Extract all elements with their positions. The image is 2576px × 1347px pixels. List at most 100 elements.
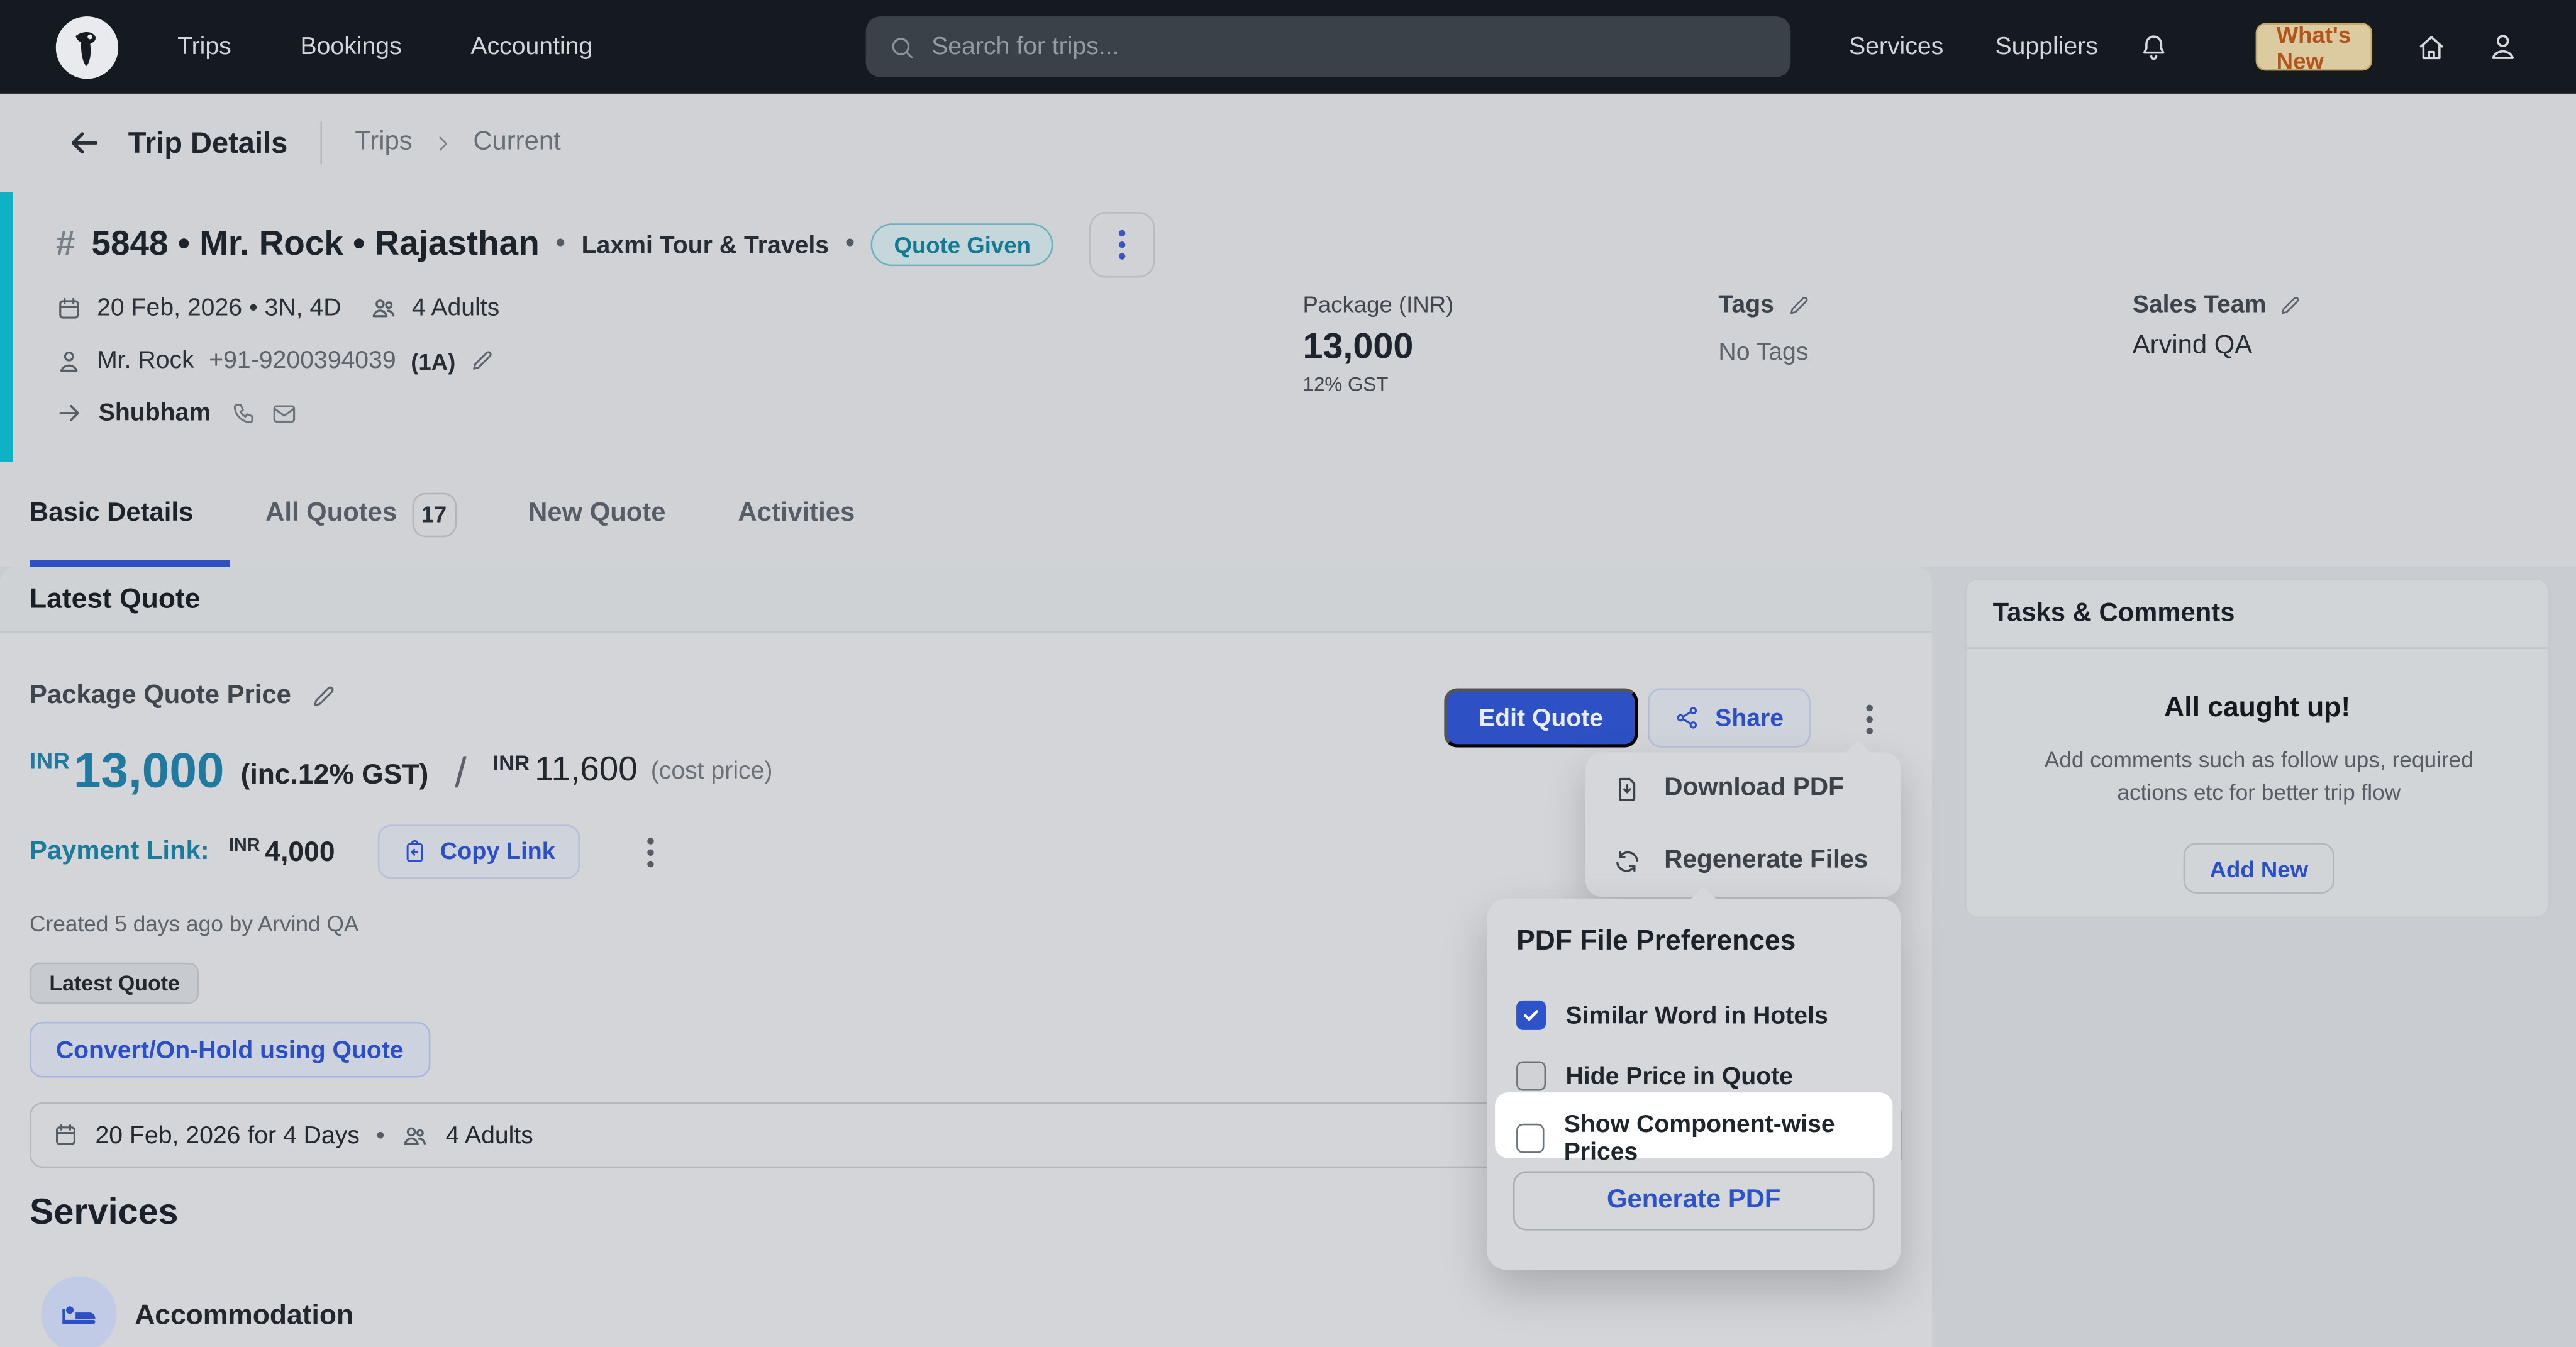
tab-new-quote[interactable]: New Quote <box>528 499 665 529</box>
quote-kebab-menu-button[interactable] <box>1860 698 1879 741</box>
convert-onhold-button[interactable]: Convert/On-Hold using Quote <box>30 1022 430 1078</box>
payment-currency: INR <box>229 835 260 855</box>
tab-activities[interactable]: Activities <box>738 499 855 529</box>
home-icon[interactable] <box>2417 33 2446 62</box>
search-bar[interactable] <box>866 16 1791 77</box>
add-new-button[interactable]: Add New <box>2184 843 2334 894</box>
tags-value: No Tags <box>1718 338 1810 366</box>
account-user-icon[interactable] <box>2487 31 2519 63</box>
quote-created-info: Created 5 days ago by Arvind QA <box>30 912 358 936</box>
chevron-right-icon <box>432 132 453 153</box>
cost-currency: INR <box>493 751 530 775</box>
arrow-right-icon <box>56 399 84 427</box>
travellers-icon <box>401 1121 429 1149</box>
copy-link-button[interactable]: Copy Link <box>377 824 580 879</box>
generate-pdf-button[interactable]: Generate PDF <box>1513 1172 1875 1231</box>
payment-kebab-menu-button[interactable] <box>641 830 660 873</box>
copy-link-icon <box>402 840 427 864</box>
traveller-count: 4 Adults <box>412 294 499 322</box>
tab-all-quotes-label: All Quotes <box>265 499 397 529</box>
edit-sales-team-pencil-icon[interactable] <box>2279 293 2302 316</box>
agency-name: Laxmi Tour & Travels <box>582 231 829 258</box>
travellers-icon <box>369 294 397 322</box>
tab-all-quotes[interactable]: All Quotes 17 <box>265 492 456 536</box>
accommodation-icon <box>41 1277 116 1347</box>
breadcrumb-current: Current <box>473 128 560 158</box>
share-label: Share <box>1715 704 1784 731</box>
nav-bookings[interactable]: Bookings <box>300 33 401 60</box>
whats-new-button[interactable]: What's New <box>2255 23 2372 71</box>
sales-team-value: Arvind QA <box>2133 332 2302 362</box>
back-arrow-icon[interactable] <box>65 125 101 161</box>
tasks-empty-description: Add comments such as follow ups, require… <box>2012 744 2506 808</box>
package-amount: 13,000 <box>1303 325 1454 368</box>
separator-dot: • <box>556 230 565 260</box>
content-area: Latest Quote Package Quote Price Edit Qu… <box>0 567 2576 1347</box>
nav-accounting[interactable]: Accounting <box>470 33 592 60</box>
edit-contact-pencil-icon[interactable] <box>470 348 495 373</box>
checkbox-unchecked-icon[interactable] <box>1516 1124 1544 1153</box>
latest-quote-title: Latest Quote <box>30 582 200 615</box>
separator-dot: • <box>376 1121 385 1149</box>
spotlight-highlight: Show Component-wise Prices <box>1495 1092 1892 1158</box>
tab-basic-details[interactable]: Basic Details <box>30 499 193 529</box>
checkbox-checked-icon[interactable] <box>1516 1001 1546 1030</box>
payment-amount: 4,000 <box>265 835 335 868</box>
app-screen: Trips Bookings Accounting Services Suppl… <box>0 0 2576 1347</box>
nav-suppliers[interactable]: Suppliers <box>1995 33 2097 60</box>
app-logo[interactable] <box>56 16 118 78</box>
contact-phone: +91-9200394039 <box>209 346 396 374</box>
option-hide-price-in-quote[interactable]: Hide Price in Quote <box>1516 1062 1793 1091</box>
trip-title: 5848 • Mr. Rock • Rajasthan <box>91 225 539 265</box>
tasks-comments-card: Tasks & Comments All caught up! Add comm… <box>1965 579 2550 919</box>
option-show-component-wise-prices[interactable]: Show Component-wise Prices <box>1516 1111 1892 1167</box>
contact-name: Mr. Rock <box>97 346 194 374</box>
accommodation-label: Accommodation <box>135 1299 353 1332</box>
edit-price-pencil-icon[interactable] <box>311 684 337 710</box>
top-navigation: Trips Bookings Accounting Services Suppl… <box>0 0 2576 94</box>
tasks-comments-title: Tasks & Comments <box>1993 599 2235 628</box>
trip-dates: 20 Feb, 2026 • 3N, 4D <box>97 294 341 322</box>
checkbox-unchecked-icon[interactable] <box>1516 1062 1546 1091</box>
trip-kebab-menu-button[interactable] <box>1090 212 1155 277</box>
package-label: Package (INR) <box>1303 291 1454 317</box>
separator-dot: • <box>845 230 855 260</box>
active-tab-indicator <box>30 560 230 567</box>
search-input[interactable] <box>931 33 1768 60</box>
primary-nav: Trips Bookings Accounting <box>177 33 592 60</box>
breadcrumb-bar: Trip Details Trips Current <box>0 94 2576 192</box>
phone-icon[interactable] <box>232 401 257 425</box>
cost-price-note: (cost price) <box>651 757 773 785</box>
nav-services[interactable]: Services <box>1849 33 1943 60</box>
edit-quote-button[interactable]: Edit Quote <box>1444 689 1638 748</box>
package-gst: 12% GST <box>1303 373 1454 396</box>
quote-traveller-count: 4 Adults <box>445 1121 533 1149</box>
pdf-preferences-panel: PDF File Preferences Similar Word in Hot… <box>1487 899 1901 1270</box>
price-separator: / <box>455 748 467 799</box>
email-icon[interactable] <box>272 400 298 426</box>
option-similar-word-in-hotels[interactable]: Similar Word in Hotels <box>1516 1001 1828 1030</box>
download-pdf-label: Download PDF <box>1664 773 1844 803</box>
share-dropdown-menu: Download PDF Regenerate Files <box>1585 752 1901 897</box>
option-label: Similar Word in Hotels <box>1565 1001 1828 1029</box>
regenerate-refresh-icon <box>1613 847 1641 875</box>
calendar-icon <box>56 295 82 321</box>
payment-link-label: Payment Link: <box>30 837 209 867</box>
notifications-bell-icon[interactable] <box>2139 33 2168 62</box>
edit-tags-pencil-icon[interactable] <box>1787 293 1811 316</box>
handler-name: Shubham <box>99 399 211 427</box>
share-button[interactable]: Share <box>1648 689 1810 748</box>
breadcrumb-trips[interactable]: Trips <box>355 128 412 158</box>
person-icon <box>56 347 82 374</box>
share-icon <box>1674 705 1701 731</box>
brand-icon <box>56 16 118 78</box>
nav-trips[interactable]: Trips <box>177 33 231 60</box>
trip-id-hash: # <box>56 225 75 265</box>
status-badge[interactable]: Quote Given <box>871 223 1054 266</box>
quote-amount: 13,000 <box>74 744 225 798</box>
menu-item-regenerate-files[interactable]: Regenerate Files <box>1585 824 1901 897</box>
download-pdf-icon <box>1613 775 1641 802</box>
page-title: Trip Details <box>128 126 287 160</box>
breadcrumb-divider <box>320 121 322 164</box>
copy-link-label: Copy Link <box>440 839 555 865</box>
